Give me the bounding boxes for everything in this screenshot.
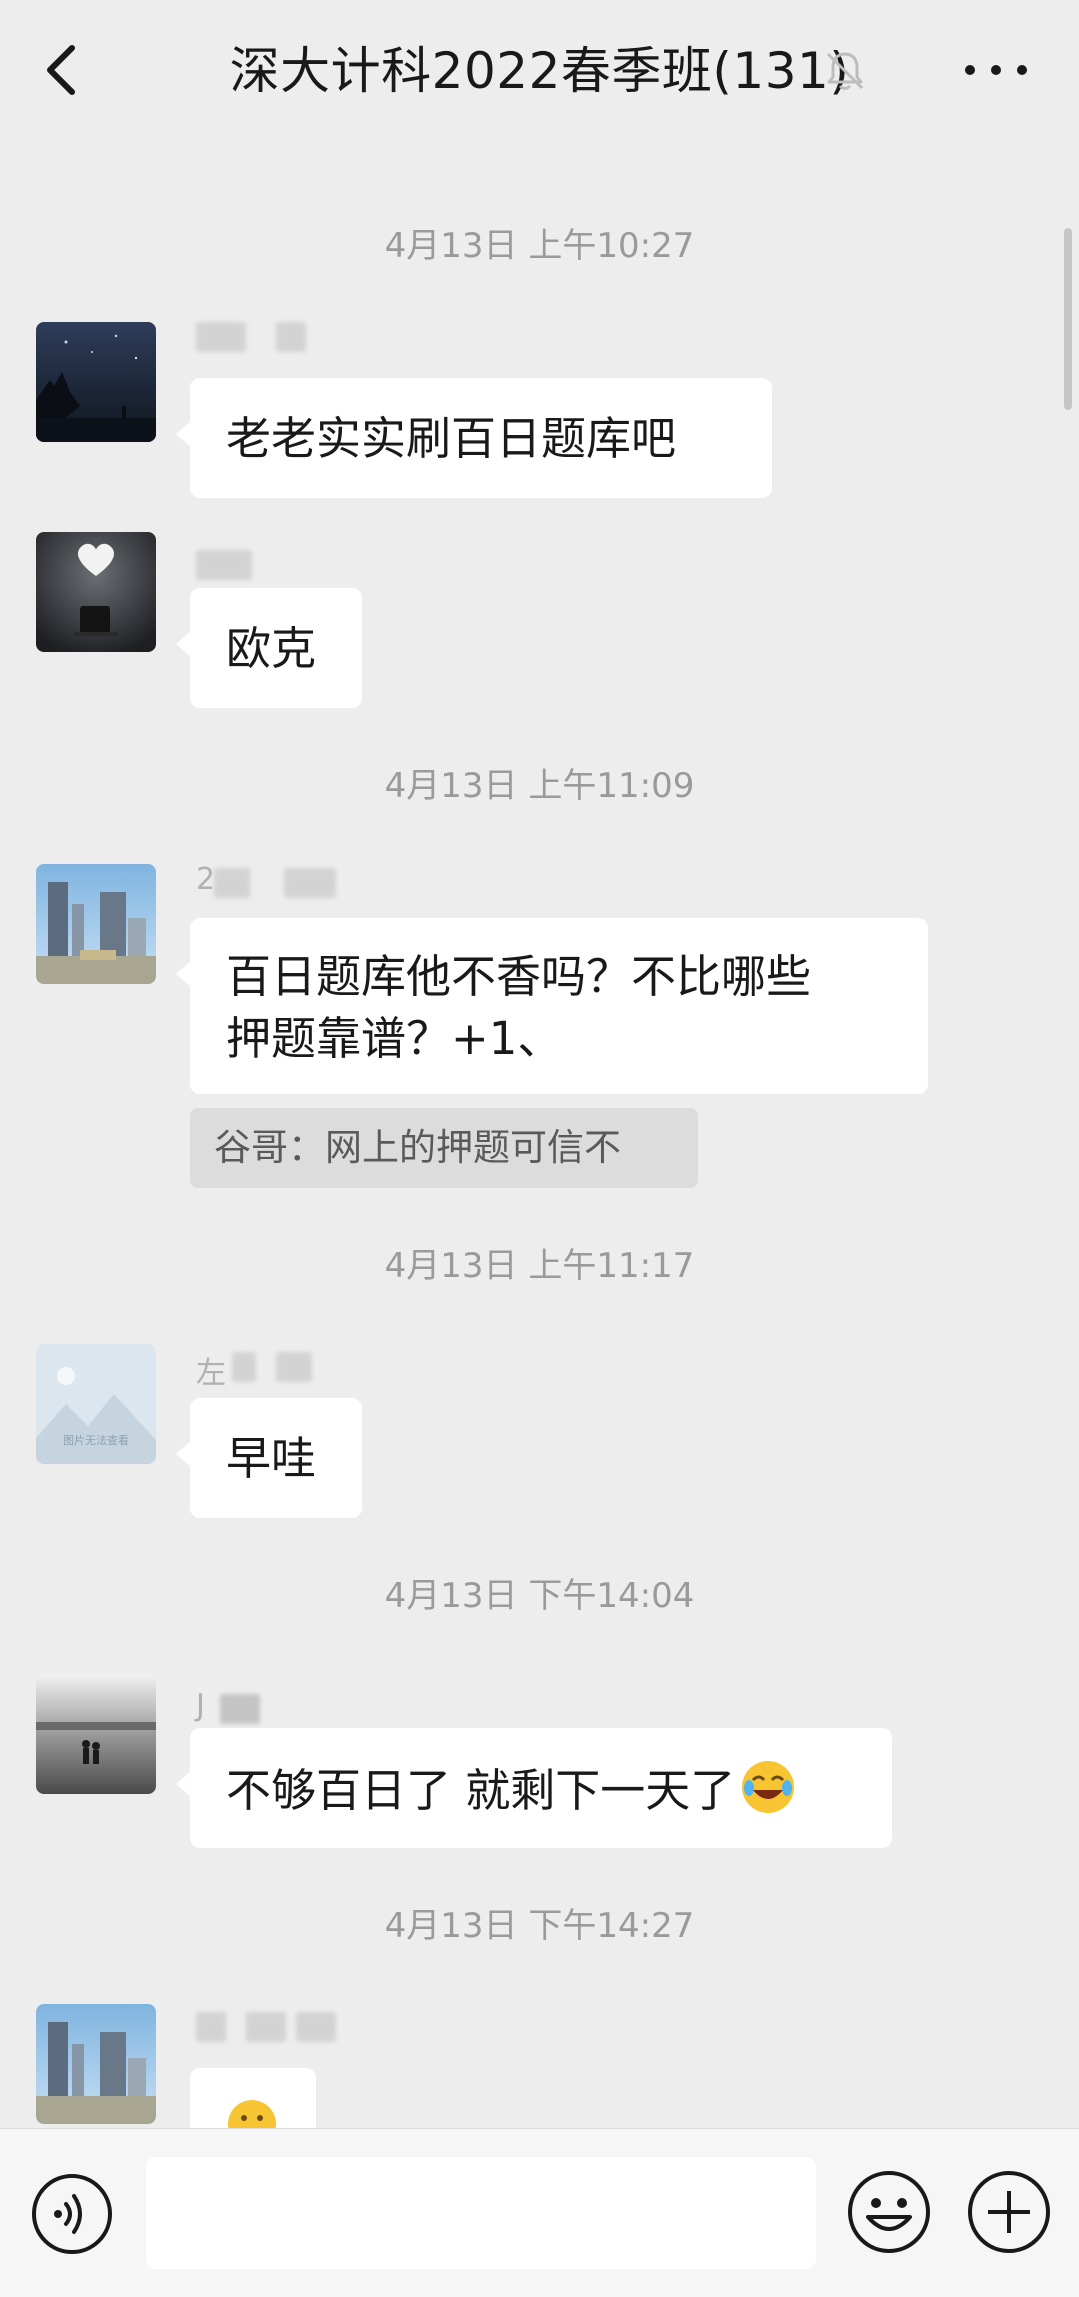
chat-header: 深大计科2022春季班(131) [0,0,1079,140]
plus-icon[interactable] [966,2169,1052,2255]
timestamp: 4月13日 下午14:27 [384,1906,695,1946]
sender-name-initial: J [196,1688,205,1723]
message-bubble[interactable]: 老老实实刷百日题库吧 [176,378,772,498]
avatar[interactable] [36,864,156,984]
avatar[interactable] [36,2004,156,2124]
message-bubble[interactable]: 不够百日了 就剩下一天了 [176,1728,892,1848]
quoted-reply[interactable]: 谷哥：网上的押题可信不 [190,1108,698,1188]
message-input[interactable] [146,2157,816,2269]
sender-name-initial: 2 [196,862,216,897]
timestamp: 4月13日 上午10:27 [384,226,695,266]
timestamp: 4月13日 上午11:17 [384,1246,695,1286]
avatar-broken-image[interactable]: 图片无法查看 [36,1344,156,1464]
avatar[interactable] [36,532,156,652]
message-bubble[interactable]: 欧克 [176,588,362,708]
avatar[interactable] [36,322,156,442]
sender-name-initial: 左 [196,1356,226,1391]
message-line: 押题靠谱？+1、 [226,1012,563,1065]
message-bubble[interactable]: 早哇 [176,1398,362,1518]
input-bar [0,2128,1079,2297]
voice-icon[interactable] [30,2172,114,2256]
message-text: 不够百日了 就剩下一天了 [226,1764,736,1817]
avatar[interactable] [36,1674,156,1794]
laughing-tears-emoji-icon [742,1761,795,1813]
more-icon[interactable] [960,52,1032,88]
broken-image-caption: 图片无法查看 [63,1434,129,1447]
chat-title: 深大计科2022春季班(131) [229,42,850,100]
emoji-icon[interactable] [846,2169,932,2255]
timestamp: 4月13日 下午14:04 [384,1576,695,1616]
message-line: 百日题库他不香吗？不比哪些 [226,950,812,1003]
timestamp: 4月13日 上午11:09 [384,766,695,806]
mute-bell-icon [826,52,864,90]
message-bubble[interactable]: 百日题库他不香吗？不比哪些 押题靠谱？+1、 [176,918,928,1094]
